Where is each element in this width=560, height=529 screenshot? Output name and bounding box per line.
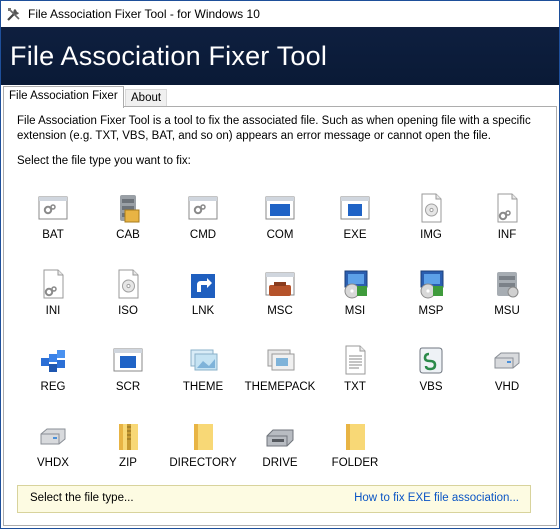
file-type-themepack-button[interactable]: THEMEPACK <box>245 344 315 414</box>
file-type-label: VHD <box>494 381 520 393</box>
file-type-label: FOLDER <box>331 457 379 469</box>
installer-patch-icon <box>420 270 444 299</box>
file-type-com-button[interactable]: COM <box>245 192 315 262</box>
tools-icon <box>7 8 20 21</box>
tab-about[interactable]: About <box>125 89 168 107</box>
file-type-vbs-button[interactable]: VBS <box>396 344 466 414</box>
drive-icon <box>266 429 294 447</box>
folder-icon <box>346 424 365 450</box>
file-type-ini-button[interactable]: INI <box>18 268 88 338</box>
file-type-exe-button[interactable]: EXE <box>320 192 390 262</box>
file-type-vhd-button[interactable]: VHD <box>472 344 542 414</box>
file-type-txt-button[interactable]: TXT <box>320 344 390 414</box>
shortcut-icon <box>191 274 215 298</box>
file-type-bat-button[interactable]: BAT <box>18 192 88 262</box>
fix-exe-help-link[interactable]: How to fix EXE file association... <box>354 492 519 504</box>
file-type-lnk-button[interactable]: LNK <box>168 268 238 338</box>
file-type-folder-button[interactable]: FOLDER <box>320 420 390 490</box>
file-type-cmd-button[interactable]: CMD <box>168 192 238 262</box>
main-panel: File Association Fixer Tool is a tool to… <box>3 106 557 526</box>
file-type-msp-button[interactable]: MSP <box>396 268 466 338</box>
file-type-reg-button[interactable]: REG <box>18 344 88 414</box>
title-bar[interactable]: File Association Fixer Tool - for Window… <box>1 1 559 27</box>
window-title: File Association Fixer Tool - for Window… <box>28 7 260 21</box>
select-prompt: Select the file type you want to fix: <box>17 155 191 167</box>
text-file-icon <box>345 345 366 375</box>
app-banner: File Association Fixer Tool <box>1 27 559 85</box>
status-text: Select the file type... <box>30 492 134 504</box>
theme-icon <box>190 349 218 371</box>
directory-icon <box>194 424 213 450</box>
zip-folder-icon <box>119 424 138 450</box>
tab-file-association-fixer[interactable]: File Association Fixer <box>3 86 124 108</box>
iso-file-icon <box>118 269 139 299</box>
disc-image-file-icon <box>421 193 442 223</box>
virtual-disk-x-icon <box>40 428 66 445</box>
file-type-iso-button[interactable]: ISO <box>93 268 163 338</box>
banner-title: File Association Fixer Tool <box>10 40 328 71</box>
file-type-img-button[interactable]: IMG <box>396 192 466 262</box>
management-console-icon <box>265 272 295 296</box>
virtual-disk-icon <box>494 352 520 369</box>
tab-strip: File Association Fixer About <box>1 86 559 108</box>
ini-file-icon <box>43 269 64 299</box>
file-type-drive-button[interactable]: DRIVE <box>245 420 315 490</box>
file-type-label: MSU <box>494 305 520 317</box>
file-type-cab-button[interactable]: CAB <box>93 192 163 262</box>
installer-icon <box>344 270 368 299</box>
registry-icon <box>41 350 65 372</box>
file-type-inf-button[interactable]: INF <box>472 192 542 262</box>
file-type-msi-button[interactable]: MSI <box>320 268 390 338</box>
script-file-icon <box>419 347 443 374</box>
description-text: File Association Fixer Tool is a tool to… <box>17 115 531 142</box>
file-type-vhdx-button[interactable]: VHDX <box>18 420 88 490</box>
file-type-msc-button[interactable]: MSC <box>245 268 315 338</box>
file-type-zip-button[interactable]: ZIP <box>93 420 163 490</box>
status-bar: Select the file type... How to fix EXE f… <box>17 485 531 513</box>
file-type-msu-button[interactable]: MSU <box>472 268 542 338</box>
cmd-file-icon <box>188 196 218 220</box>
inf-file-icon <box>497 193 518 223</box>
file-type-scr-button[interactable]: SCR <box>93 344 163 414</box>
exe-file-icon <box>340 196 370 220</box>
batch-file-icon <box>38 196 68 220</box>
themepack-icon <box>267 349 295 371</box>
app-window: File Association Fixer Tool - for Window… <box>0 0 560 529</box>
cabinet-file-icon <box>120 195 140 223</box>
update-package-icon <box>497 272 519 298</box>
file-type-theme-button[interactable]: THEME <box>168 344 238 414</box>
file-type-directory-button[interactable]: DIRECTORY <box>168 420 238 490</box>
com-file-icon <box>265 196 295 220</box>
file-type-label: INF <box>497 229 517 241</box>
screensaver-icon <box>113 348 143 372</box>
